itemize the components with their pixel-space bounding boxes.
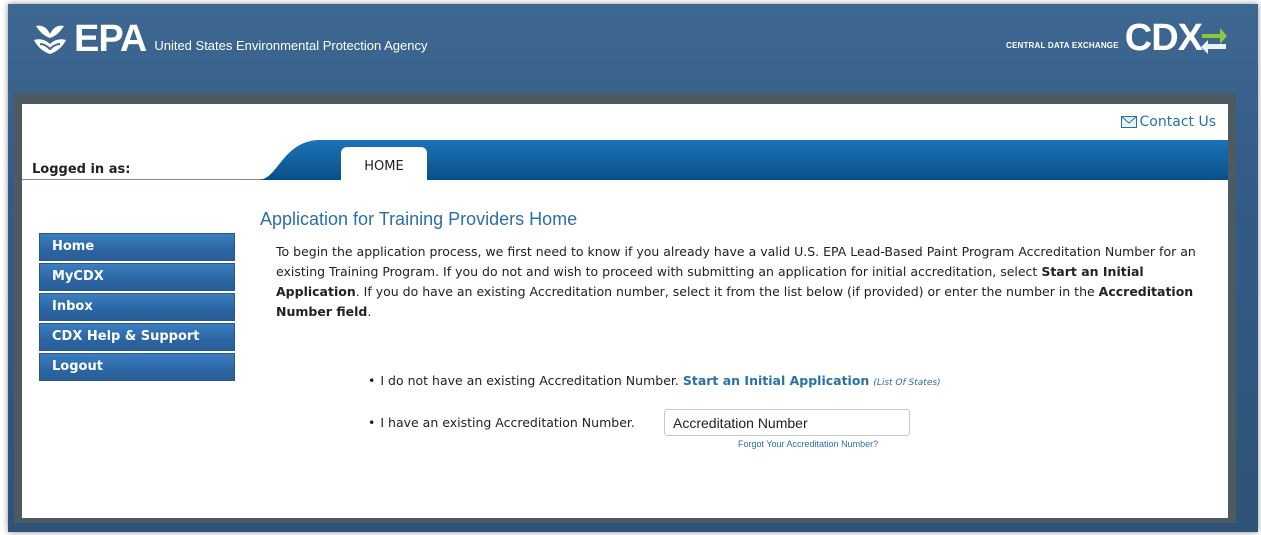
start-initial-application-link[interactable]: Start an Initial Application: [683, 373, 870, 388]
cdx-wordmark: CDX: [1124, 17, 1203, 59]
intro-text-3: .: [367, 304, 372, 319]
logged-in-label: Logged in as:: [32, 162, 131, 177]
sidebar-item-mycdx[interactable]: MyCDX: [39, 263, 235, 291]
sidebar-item-inbox[interactable]: Inbox: [39, 293, 235, 321]
intro-paragraph: To begin the application process, we fir…: [276, 242, 1216, 322]
agency-name: United States Environmental Protection A…: [154, 38, 428, 53]
main-content: Application for Training Providers Home …: [258, 209, 1218, 322]
sidebar-item-logout[interactable]: Logout: [39, 353, 235, 381]
option2-text: I have an existing Accreditation Number.: [380, 415, 635, 430]
epa-logo[interactable]: EPA United States Environmental Protecti…: [30, 18, 428, 60]
option-no-accreditation: • I do not have an existing Accreditation…: [368, 373, 941, 388]
page-title: Application for Training Providers Home: [260, 209, 578, 229]
site-header: EPA United States Environmental Protecti…: [8, 4, 1258, 96]
sidebar-item-help-support[interactable]: CDX Help & Support: [39, 323, 235, 351]
sidebar-nav: Home MyCDX Inbox CDX Help & Support Logo…: [39, 233, 235, 383]
mail-icon: [1120, 116, 1137, 128]
contact-us-link[interactable]: Contact Us: [1120, 114, 1216, 130]
cdx-logo[interactable]: CENTRAL DATA EXCHANGE CDX: [1005, 17, 1228, 59]
bullet: •: [368, 373, 376, 388]
accreditation-number-input[interactable]: Accreditation Number: [664, 409, 910, 436]
option1-text: I do not have an existing Accreditation …: [380, 373, 679, 388]
option-has-accreditation: • I have an existing Accreditation Number…: [368, 415, 635, 430]
intro-text-2: . If you do have an existing Accreditati…: [355, 284, 1099, 299]
sidebar-item-home[interactable]: Home: [39, 233, 235, 261]
forgot-accreditation-link[interactable]: Forgot Your Accreditation Number?: [738, 439, 878, 449]
contact-us-label: Contact Us: [1139, 114, 1216, 130]
logged-in-area: Logged in as:: [22, 140, 274, 180]
cdx-subtitle: CENTRAL DATA EXCHANGE: [1005, 41, 1119, 50]
epa-flower-icon: [34, 25, 66, 54]
list-of-states-link[interactable]: (List Of States): [873, 378, 940, 388]
bullet: •: [368, 415, 376, 430]
tab-home[interactable]: HOME: [341, 147, 427, 181]
content-panel: Contact Us Logged in as: HOME Home MyCDX…: [22, 104, 1228, 518]
cdx-arrows-icon: [1201, 28, 1227, 54]
epa-wordmark: EPA: [74, 18, 147, 60]
